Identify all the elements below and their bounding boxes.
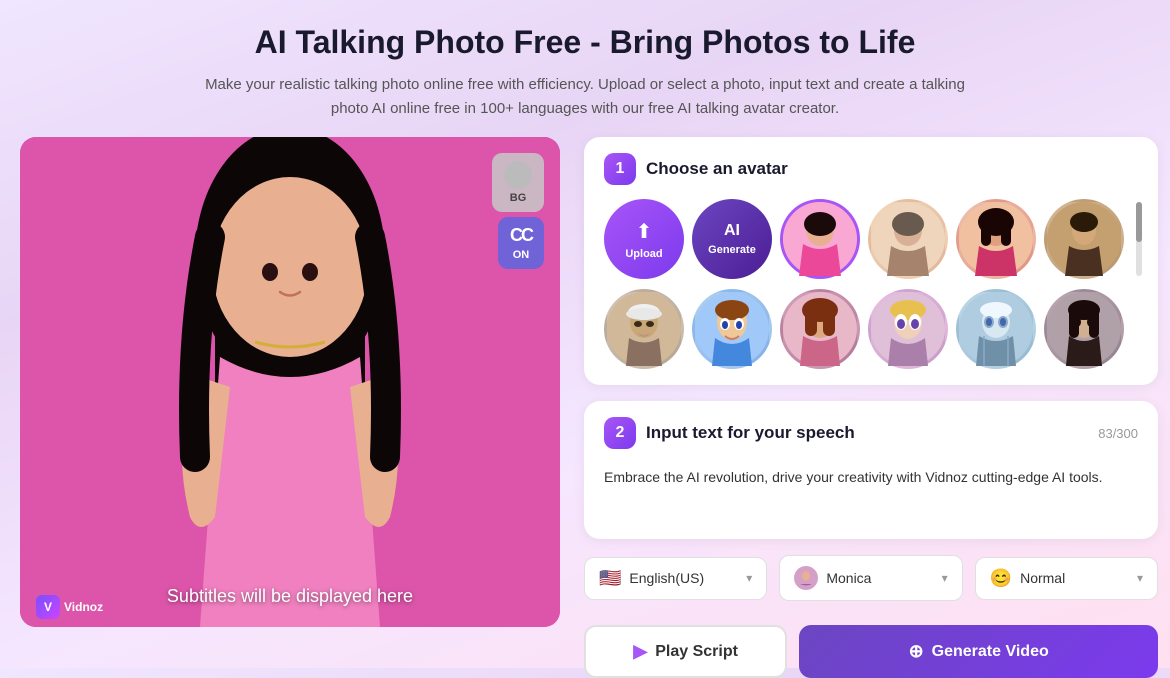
cc-button[interactable]: CC ON — [498, 217, 544, 269]
section-1-title: Choose an avatar — [646, 159, 788, 179]
mood-dropdown-arrow: ▾ — [1137, 571, 1143, 585]
avatar-mona-lisa[interactable] — [1044, 199, 1124, 279]
bottom-controls: 🇺🇸 English(US) ▾ Monica ▾ 😊 — [584, 555, 1158, 601]
generate-video-label: Generate Video — [932, 643, 1049, 661]
play-script-button[interactable]: ▶ Play Script — [584, 625, 787, 678]
language-dropdown[interactable]: 🇺🇸 English(US) ▾ — [584, 557, 767, 600]
play-icon: ▶ — [633, 641, 647, 662]
generate-icon: ⊕ — [909, 641, 924, 662]
ai-icon: AI — [724, 222, 740, 240]
avatars-row-2 — [604, 289, 1138, 369]
avatar-generate-button[interactable]: AI Generate — [692, 199, 772, 279]
cc-on-label: ON — [513, 249, 530, 261]
avatars-row-1: ⬆ Upload AI Generate — [604, 199, 1138, 279]
char-count: 83/300 — [1098, 426, 1138, 441]
section-2-title: Input text for your speech — [646, 423, 855, 443]
avatar-robot-woman[interactable] — [956, 289, 1036, 369]
voice-dropdown[interactable]: Monica ▾ — [779, 555, 962, 601]
section-1-number: 1 — [604, 153, 636, 185]
subtitle-text: Subtitles will be displayed here — [167, 586, 413, 606]
generate-video-button[interactable]: ⊕ Generate Video — [799, 625, 1158, 678]
avatar-upload-button[interactable]: ⬆ Upload — [604, 199, 684, 279]
photo-panel: BG CC ON Subtitles will be displayed her… — [20, 137, 560, 627]
voice-label: Monica — [826, 570, 933, 586]
bg-button[interactable]: BG — [492, 153, 544, 212]
scrollbar-track — [1136, 202, 1142, 276]
photo-preview: BG CC ON Subtitles will be displayed her… — [20, 137, 560, 627]
page-title: AI Talking Photo Free - Bring Photos to … — [20, 24, 1150, 61]
text-section-header: 2 Input text for your speech 83/300 — [604, 417, 1138, 449]
voice-dropdown-arrow: ▾ — [942, 571, 948, 585]
mood-icon: 😊 — [990, 568, 1012, 589]
upload-icon: ⬆ — [636, 219, 653, 244]
avatar-dark-woman[interactable] — [956, 199, 1036, 279]
language-label: English(US) — [629, 570, 738, 586]
scroll-indicator — [1132, 202, 1138, 276]
cc-symbol: CC — [510, 225, 532, 246]
text-section: 2 Input text for your speech 83/300 Embr… — [584, 401, 1158, 539]
vidnoz-v-icon: V — [36, 595, 60, 619]
page-subtitle: Make your realistic talking photo online… — [195, 73, 975, 121]
avatar-section-header: 1 Choose an avatar — [604, 153, 1138, 185]
section-2-number: 2 — [604, 417, 636, 449]
page-header: AI Talking Photo Free - Bring Photos to … — [0, 0, 1170, 137]
avatar-princess[interactable] — [780, 289, 860, 369]
vidnoz-logo: V Vidnoz — [36, 595, 103, 619]
speech-text[interactable]: Embrace the AI revolution, drive your cr… — [604, 463, 1138, 523]
scrollbar-thumb — [1136, 202, 1142, 242]
avatar-partial[interactable] — [868, 199, 948, 279]
avatar-einstein[interactable] — [604, 289, 684, 369]
avatar-section: 1 Choose an avatar ⬆ Upload AI Generate — [584, 137, 1158, 385]
language-dropdown-arrow: ▾ — [746, 571, 752, 585]
bg-label: BG — [510, 192, 527, 204]
main-content: BG CC ON Subtitles will be displayed her… — [0, 137, 1170, 627]
avatar-dark-mysterious[interactable] — [1044, 289, 1124, 369]
right-panel: 1 Choose an avatar ⬆ Upload AI Generate — [584, 137, 1158, 627]
bg-circle — [504, 161, 532, 189]
avatar-cartoon-boy[interactable] — [692, 289, 772, 369]
mood-dropdown[interactable]: 😊 Normal ▾ — [975, 557, 1158, 600]
avatar-anime-girl[interactable] — [868, 289, 948, 369]
voice-avatar-icon — [794, 566, 818, 590]
upload-label: Upload — [625, 248, 662, 260]
vidnoz-brand-name: Vidnoz — [64, 600, 103, 614]
avatar-pink-woman[interactable] — [780, 199, 860, 279]
flag-icon: 🇺🇸 — [599, 568, 621, 589]
mood-label: Normal — [1020, 570, 1129, 586]
generate-label: Generate — [708, 244, 756, 256]
play-script-label: Play Script — [655, 643, 738, 661]
action-buttons: ▶ Play Script ⊕ Generate Video — [584, 625, 1158, 678]
